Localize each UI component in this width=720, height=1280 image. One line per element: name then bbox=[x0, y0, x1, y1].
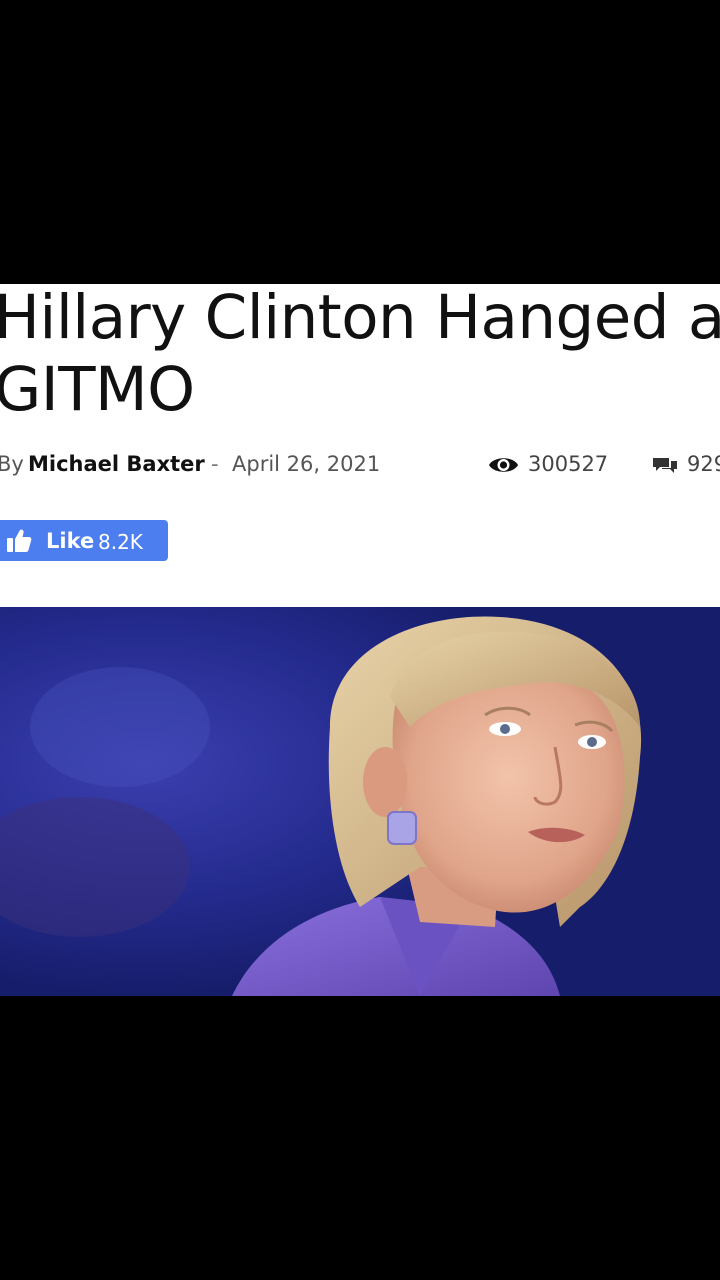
article-card: Hillary Clinton Hanged at GITMO By Micha… bbox=[0, 284, 720, 996]
thumbs-up-icon bbox=[7, 529, 32, 552]
like-label: Like bbox=[46, 529, 95, 553]
like-count: 8.2K bbox=[98, 530, 143, 554]
comment-count[interactable]: 929 bbox=[687, 452, 720, 476]
byline-prefix: By bbox=[0, 452, 24, 476]
headline-line-1: Hillary Clinton Hanged at bbox=[0, 284, 720, 353]
article-meta: By Michael Baxter - April 26, 2021 30052… bbox=[0, 450, 720, 482]
article-headline[interactable]: Hillary Clinton Hanged at GITMO bbox=[0, 284, 720, 426]
portrait-image bbox=[0, 607, 720, 996]
headline-line-2: GITMO bbox=[0, 354, 195, 425]
author-link[interactable]: Michael Baxter bbox=[28, 452, 205, 476]
facebook-like-button[interactable]: Like 8.2K bbox=[0, 520, 168, 561]
article-photo bbox=[0, 607, 720, 996]
comments-icon[interactable] bbox=[652, 456, 678, 476]
eye-icon bbox=[489, 458, 518, 472]
meta-separator: - bbox=[211, 452, 219, 476]
publish-date: April 26, 2021 bbox=[232, 452, 381, 476]
view-count: 300527 bbox=[528, 452, 609, 476]
